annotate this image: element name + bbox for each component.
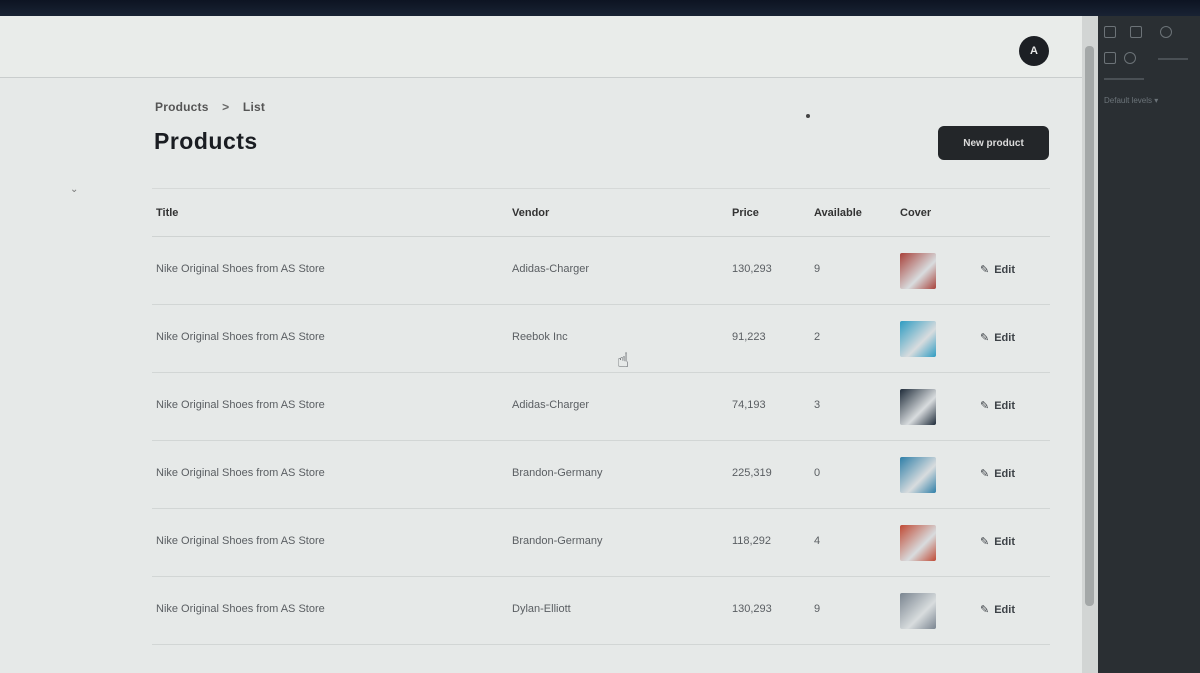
hand-pointer-cursor-icon: ☝ xyxy=(617,350,630,372)
table-row[interactable]: Nike Original Shoes from AS Store Brando… xyxy=(152,441,1050,509)
devtools-inspect-icon[interactable] xyxy=(1104,26,1116,38)
edit-button[interactable]: ✎ Edit xyxy=(980,331,1015,344)
product-title[interactable]: Nike Original Shoes from AS Store xyxy=(156,399,325,411)
pencil-icon: ✎ xyxy=(980,468,990,480)
product-available: 4 xyxy=(814,535,821,547)
breadcrumb-current: List xyxy=(242,100,266,114)
column-header-available[interactable]: Available xyxy=(814,207,862,219)
product-price: 225,319 xyxy=(732,467,772,479)
product-cover-image xyxy=(900,389,936,425)
edit-button[interactable]: ✎ Edit xyxy=(980,603,1015,616)
product-title[interactable]: Nike Original Shoes from AS Store xyxy=(156,603,325,615)
edit-button[interactable]: ✎ Edit xyxy=(980,399,1015,412)
product-vendor: Dylan-Elliott xyxy=(512,603,571,615)
devtools-settings-icon[interactable] xyxy=(1160,26,1172,38)
devtools-device-icon[interactable] xyxy=(1130,26,1142,38)
product-available: 0 xyxy=(814,467,821,479)
column-header-vendor[interactable]: Vendor xyxy=(512,207,549,219)
edit-button[interactable]: ✎ Edit xyxy=(980,535,1015,548)
edit-button[interactable]: ✎ Edit xyxy=(980,467,1015,480)
table-row[interactable]: Nike Original Shoes from AS Store Brando… xyxy=(152,509,1050,577)
column-header-price[interactable]: Price xyxy=(732,207,759,219)
product-vendor: Adidas-Charger xyxy=(512,263,590,275)
devtools-panel: Default levels ▾ xyxy=(1098,16,1200,673)
page-scrollbar[interactable] xyxy=(1082,16,1098,673)
product-vendor: Brandon-Germany xyxy=(512,467,603,479)
devtools-context-select[interactable] xyxy=(1158,58,1188,60)
pencil-icon: ✎ xyxy=(980,332,990,344)
pencil-icon: ✎ xyxy=(980,604,990,616)
edit-label: Edit xyxy=(994,400,1015,412)
table-row[interactable]: Nike Original Shoes from AS Store Reebok… xyxy=(152,305,1050,373)
table-header: Title Vendor Price Available Cover xyxy=(152,189,1050,237)
devtools-filter-input[interactable] xyxy=(1104,78,1144,80)
breadcrumb-chevron-icon: > xyxy=(222,100,230,114)
pencil-icon: ✎ xyxy=(980,400,990,412)
edit-button[interactable]: ✎ Edit xyxy=(980,263,1015,276)
scrollbar-thumb[interactable] xyxy=(1085,46,1094,606)
product-price: 118,292 xyxy=(732,535,771,547)
browser-viewport: A ⌄ Products > List Products New product… xyxy=(0,16,1098,673)
user-avatar[interactable]: A xyxy=(1019,36,1049,66)
product-title[interactable]: Nike Original Shoes from AS Store xyxy=(156,331,325,343)
devtools-clear-icon[interactable] xyxy=(1124,52,1136,64)
product-available: 3 xyxy=(814,399,821,411)
sidebar-toggle-chevron-icon[interactable]: ⌄ xyxy=(70,184,78,195)
edit-label: Edit xyxy=(994,468,1015,480)
product-title[interactable]: Nike Original Shoes from AS Store xyxy=(156,263,325,275)
product-cover-image xyxy=(900,253,936,289)
product-vendor: Adidas-Charger xyxy=(512,399,590,411)
product-available: 9 xyxy=(814,603,821,615)
table-row[interactable]: Nike Original Shoes from AS Store Dylan-… xyxy=(152,577,1050,645)
table-row[interactable]: Nike Original Shoes from AS Store Adidas… xyxy=(152,237,1050,305)
product-price: 130,293 xyxy=(732,603,772,615)
product-vendor: Reebok Inc xyxy=(512,331,568,343)
breadcrumb: Products > List xyxy=(155,100,265,114)
product-available: 2 xyxy=(814,331,821,343)
product-vendor: Brandon-Germany xyxy=(512,535,603,547)
product-price: 130,293 xyxy=(732,263,772,275)
pencil-icon: ✎ xyxy=(980,264,990,276)
page-title: Products xyxy=(154,128,258,154)
edit-label: Edit xyxy=(994,536,1015,548)
devtools-console-icon[interactable] xyxy=(1104,52,1116,64)
product-price: 91,223 xyxy=(732,331,766,343)
table-row[interactable]: Nike Original Shoes from AS Store Adidas… xyxy=(152,373,1050,441)
pencil-icon: ✎ xyxy=(980,536,990,548)
product-available: 9 xyxy=(814,263,821,275)
product-cover-image xyxy=(900,593,936,629)
devtools-levels-dropdown[interactable]: Default levels ▾ xyxy=(1104,96,1158,105)
new-product-button[interactable]: New product xyxy=(938,126,1049,160)
column-header-title[interactable]: Title xyxy=(156,207,178,219)
column-header-cover: Cover xyxy=(900,207,932,219)
product-title[interactable]: Nike Original Shoes from AS Store xyxy=(156,535,325,547)
breadcrumb-products-link[interactable]: Products xyxy=(155,100,209,114)
app-header: A xyxy=(0,16,1082,78)
product-cover-image xyxy=(900,321,936,357)
screen-speck xyxy=(806,114,810,118)
product-cover-image xyxy=(900,525,936,561)
edit-label: Edit xyxy=(994,332,1015,344)
product-cover-image xyxy=(900,457,936,493)
product-price: 74,193 xyxy=(732,399,766,411)
edit-label: Edit xyxy=(994,264,1015,276)
edit-label: Edit xyxy=(994,604,1015,616)
product-title[interactable]: Nike Original Shoes from AS Store xyxy=(156,467,325,479)
products-table: Title Vendor Price Available Cover Nike … xyxy=(152,188,1050,673)
